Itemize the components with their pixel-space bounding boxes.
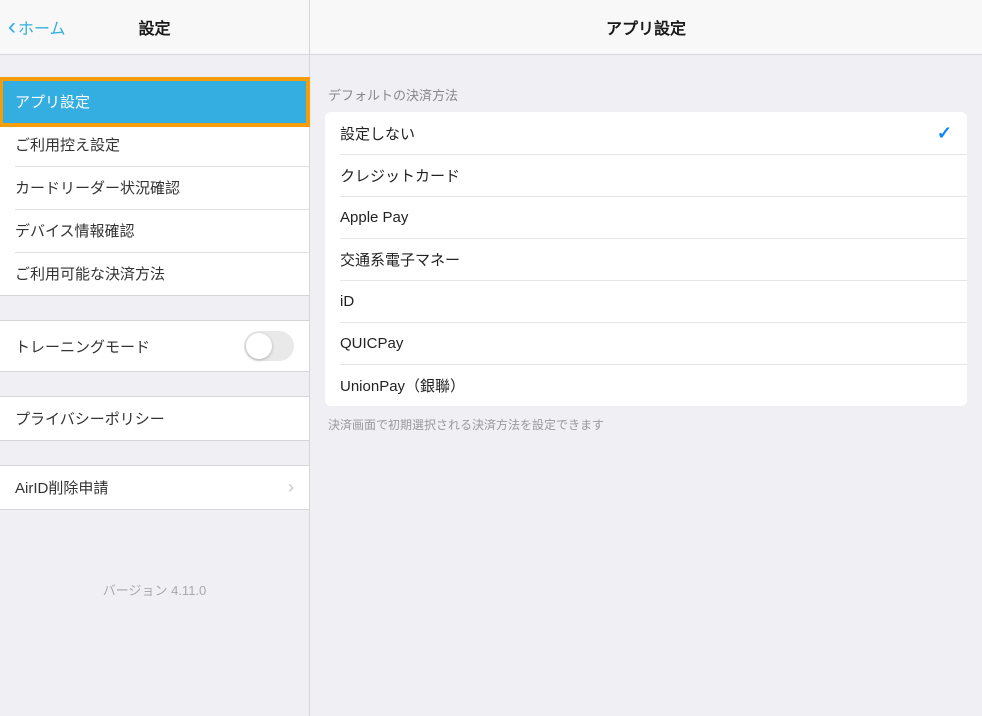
sidebar-item-label: AirID削除申請 (15, 477, 288, 498)
payment-method-option[interactable]: 設定しない✓ (325, 112, 967, 154)
chevron-left-icon: ‹ (8, 15, 16, 39)
detail-header: アプリ設定 (310, 0, 982, 55)
sidebar-item[interactable]: デバイス情報確認 (0, 209, 309, 252)
option-label: 設定しない (340, 123, 937, 144)
option-label: QUICPay (340, 335, 952, 352)
section-footer: 決済画面で初期選択される決済方法を設定できます (310, 406, 982, 443)
payment-method-option[interactable]: iD (325, 280, 967, 322)
payment-method-option[interactable]: クレジットカード (325, 154, 967, 196)
option-label: Apple Pay (340, 209, 952, 226)
sidebar-item-label: カードリーダー状況確認 (15, 177, 294, 198)
check-icon: ✓ (937, 123, 952, 144)
payment-method-option[interactable]: Apple Pay (325, 196, 967, 238)
sidebar-item-label: デバイス情報確認 (15, 220, 294, 241)
option-label: UnionPay（銀聯） (340, 375, 952, 396)
section-header: デフォルトの決済方法 (310, 55, 982, 112)
sidebar-item[interactable]: プライバシーポリシー (0, 397, 309, 440)
sidebar-item[interactable]: AirID削除申請› (0, 466, 309, 509)
settings-sidebar: ‹ ホーム 設定 アプリ設定ご利用控え設定カードリーダー状況確認デバイス情報確認… (0, 0, 310, 716)
sidebar-group: トレーニングモード (0, 320, 309, 372)
sidebar-header: ‹ ホーム 設定 (0, 0, 309, 55)
toggle-knob (246, 333, 272, 359)
back-button[interactable]: ‹ ホーム (8, 15, 66, 39)
sidebar-group: プライバシーポリシー (0, 396, 309, 441)
sidebar-item[interactable]: ご利用可能な決済方法 (0, 252, 309, 295)
payment-method-option[interactable]: 交通系電子マネー (325, 238, 967, 280)
sidebar-item[interactable]: アプリ設定 (0, 80, 309, 123)
detail-title: アプリ設定 (606, 15, 686, 39)
sidebar-item[interactable]: ご利用控え設定 (0, 123, 309, 166)
version-label: バージョン 4.11.0 (0, 580, 309, 599)
chevron-right-icon: › (288, 477, 294, 498)
sidebar-body: アプリ設定ご利用控え設定カードリーダー状況確認デバイス情報確認ご利用可能な決済方… (0, 55, 309, 510)
sidebar-item[interactable]: カードリーダー状況確認 (0, 166, 309, 209)
sidebar-item-label: トレーニングモード (15, 336, 150, 357)
training-mode-toggle[interactable] (244, 331, 294, 361)
sidebar-item-label: ご利用控え設定 (15, 134, 294, 155)
payment-method-option[interactable]: UnionPay（銀聯） (325, 364, 967, 406)
detail-pane: アプリ設定 デフォルトの決済方法 設定しない✓ クレジットカード Apple Pay… (310, 0, 982, 716)
sidebar-group: AirID削除申請› (0, 465, 309, 510)
payment-method-list: 設定しない✓ クレジットカード Apple Pay 交通系電子マネー iD QUICPay… (325, 112, 967, 406)
sidebar-group: アプリ設定ご利用控え設定カードリーダー状況確認デバイス情報確認ご利用可能な決済方… (0, 79, 309, 296)
option-label: 交通系電子マネー (340, 249, 952, 270)
sidebar-item-label: ご利用可能な決済方法 (15, 263, 294, 284)
back-label: ホーム (18, 15, 66, 39)
sidebar-item-label: プライバシーポリシー (15, 408, 294, 429)
payment-method-option[interactable]: QUICPay (325, 322, 967, 364)
option-label: クレジットカード (340, 165, 952, 186)
sidebar-item-label: アプリ設定 (15, 91, 294, 112)
option-label: iD (340, 293, 952, 310)
sidebar-item[interactable]: トレーニングモード (0, 321, 309, 371)
